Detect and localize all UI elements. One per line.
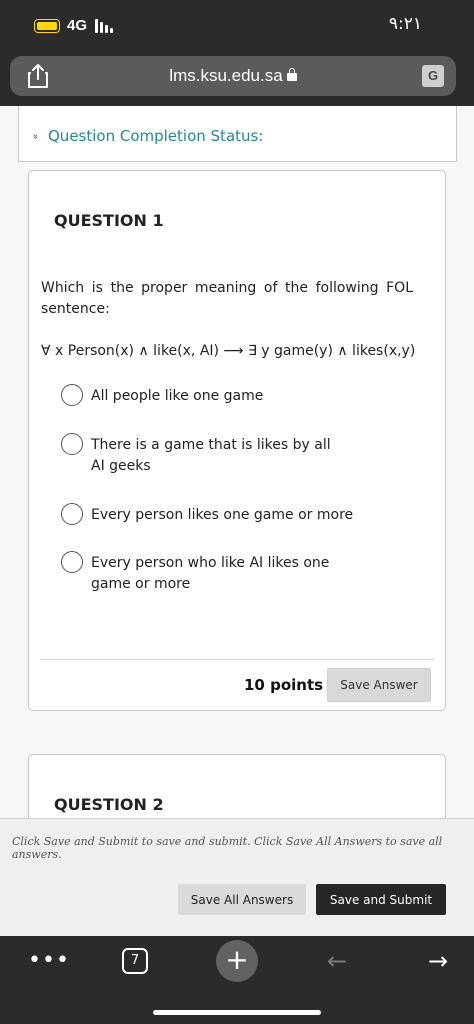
question-title: QUESTION 2 — [54, 795, 164, 814]
answer-option-label[interactable]: There is a game that is likes by all AI … — [91, 435, 341, 477]
question-text: Which is the proper meaning of the follo… — [41, 280, 413, 317]
question-title: QUESTION 1 — [54, 211, 164, 230]
completion-status-label[interactable]: Question Completion Status: — [48, 127, 263, 145]
radio-button[interactable] — [61, 433, 83, 455]
address-bar[interactable]: lms.ksu.edu.sa G — [10, 56, 456, 96]
lock-icon — [286, 68, 297, 81]
tabs-button[interactable]: 7 — [122, 946, 150, 982]
question-formula: ∀ x Person(x) ∧ like(x, AI) ⟶ ∃ y game(y… — [41, 343, 416, 359]
forward-arrow-icon[interactable]: → — [423, 946, 453, 982]
url-display[interactable]: lms.ksu.edu.sa — [10, 66, 456, 86]
back-arrow-icon[interactable]: ← — [322, 946, 352, 982]
completion-status-panel[interactable]: » Question Completion Status: — [18, 106, 457, 162]
radio-button[interactable] — [61, 384, 83, 406]
save-answer-button[interactable]: Save Answer — [327, 668, 431, 702]
chevron-down-icon[interactable]: » — [30, 133, 41, 139]
answer-option-label[interactable]: All people like one game — [91, 386, 371, 407]
page-content: » Question Completion Status: QUESTION 1… — [0, 106, 474, 936]
tab-count: 7 — [122, 948, 148, 974]
divider — [40, 659, 434, 660]
more-icon[interactable]: ••• — [28, 946, 69, 982]
network-type: 4G — [67, 17, 88, 34]
clock: ٩:٢١ — [388, 14, 422, 34]
radio-button[interactable] — [61, 551, 83, 573]
radio-button[interactable] — [61, 503, 83, 525]
question-points: 10 points — [244, 676, 324, 694]
status-bar: 4G ٩:٢١ — [0, 0, 474, 56]
answer-option-label[interactable]: Every person likes one game or more — [91, 505, 371, 526]
save-all-answers-button[interactable]: Save All Answers — [178, 884, 306, 915]
question-card: QUESTION 1 Which is the proper meaning o… — [28, 170, 446, 711]
save-and-submit-button[interactable]: Save and Submit — [316, 884, 446, 915]
url-domain: lms.ksu.edu.sa — [169, 66, 283, 85]
translate-icon[interactable]: G — [422, 65, 444, 87]
submit-footer: Click Save and Submit to save and submit… — [0, 818, 474, 936]
battery-icon — [34, 19, 60, 33]
answer-option-label[interactable]: Every person who like AI likes one game … — [91, 553, 366, 595]
submit-instructions: Click Save and Submit to save and submit… — [12, 835, 443, 861]
new-tab-icon[interactable]: + — [216, 940, 258, 982]
home-indicator[interactable] — [153, 1010, 321, 1015]
signal-icon — [95, 19, 117, 33]
